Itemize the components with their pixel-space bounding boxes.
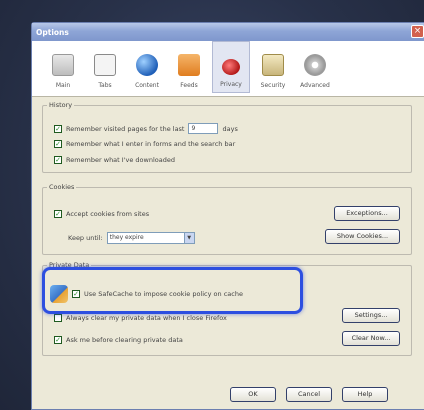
days-input[interactable]: 9 [188,123,219,134]
keep-until-value: they expire [109,234,144,241]
settings-button[interactable]: Settings... [342,308,400,323]
privacy-icon [222,59,240,75]
tab-privacy-label: Privacy [220,81,242,88]
history-legend: History [49,101,73,109]
exceptions-button[interactable]: Exceptions... [334,206,400,221]
tab-main[interactable]: Main [44,41,82,93]
accept-cookies-row: ✓ Accept cookies from sites [54,210,149,218]
options-toolbar: Main Tabs Content Feeds Privacy Security… [32,41,424,97]
safecache-highlight [42,267,303,314]
remember-downloads-checkbox[interactable]: ✓ [54,156,62,164]
remember-forms-label: Remember what I enter in forms and the s… [66,140,236,148]
ask-before-row: ✓ Ask me before clearing private data [54,336,183,344]
tab-tabs-label: Tabs [98,82,112,89]
cancel-button[interactable]: Cancel [286,387,332,402]
window-title: Options [36,27,69,37]
chevron-down-icon[interactable]: ▼ [183,233,194,243]
show-cookies-button[interactable]: Show Cookies... [325,229,400,244]
always-clear-label: Always clear my private data when I clos… [66,314,227,322]
keep-until-row: Keep until: they expire ▼ [68,232,195,244]
tab-content[interactable]: Content [128,41,166,93]
title-bar[interactable]: Options [32,23,424,41]
feeds-icon [178,54,200,76]
main-icon [52,54,74,76]
cookies-legend: Cookies [49,183,75,191]
ok-button[interactable]: OK [230,387,276,402]
remember-downloads-row: ✓ Remember what I've downloaded [54,156,175,164]
tab-advanced-label: Advanced [300,82,330,89]
tabs-icon [94,54,116,76]
remember-visited-row: ✓ Remember visited pages for the last 9 … [54,123,238,134]
tab-advanced[interactable]: Advanced [296,41,334,93]
remember-forms-row: ✓ Remember what I enter in forms and the… [54,140,235,148]
clear-now-button[interactable]: Clear Now... [342,331,400,346]
security-icon [262,54,284,76]
content-icon [136,54,158,76]
days-label: days [222,124,238,133]
help-button[interactable]: Help [342,387,388,402]
remember-visited-label: Remember visited pages for the last [66,124,185,133]
tab-privacy[interactable]: Privacy [212,41,250,93]
close-button[interactable]: × [411,25,424,38]
remember-visited-checkbox[interactable]: ✓ [54,124,62,133]
tab-feeds-label: Feeds [180,82,198,89]
accept-cookies-label: Accept cookies from sites [66,210,150,218]
tab-security[interactable]: Security [254,41,292,93]
tab-feeds[interactable]: Feeds [170,41,208,93]
advanced-icon [304,54,326,76]
always-clear-checkbox[interactable] [54,314,62,322]
tab-content-label: Content [135,82,159,89]
always-clear-row: Always clear my private data when I clos… [54,314,227,322]
remember-forms-checkbox[interactable]: ✓ [54,140,62,148]
tab-security-label: Security [260,82,286,89]
keep-until-select[interactable]: they expire ▼ [106,232,195,244]
keep-until-label: Keep until: [68,234,103,242]
tab-tabs[interactable]: Tabs [86,41,124,93]
accept-cookies-checkbox[interactable]: ✓ [54,210,62,218]
remember-downloads-label: Remember what I've downloaded [66,156,175,164]
ask-before-label: Ask me before clearing private data [66,336,183,344]
ask-before-checkbox[interactable]: ✓ [54,336,62,344]
options-window: Options × Main Tabs Content Feeds Privac… [31,22,424,410]
tab-main-label: Main [55,82,71,89]
